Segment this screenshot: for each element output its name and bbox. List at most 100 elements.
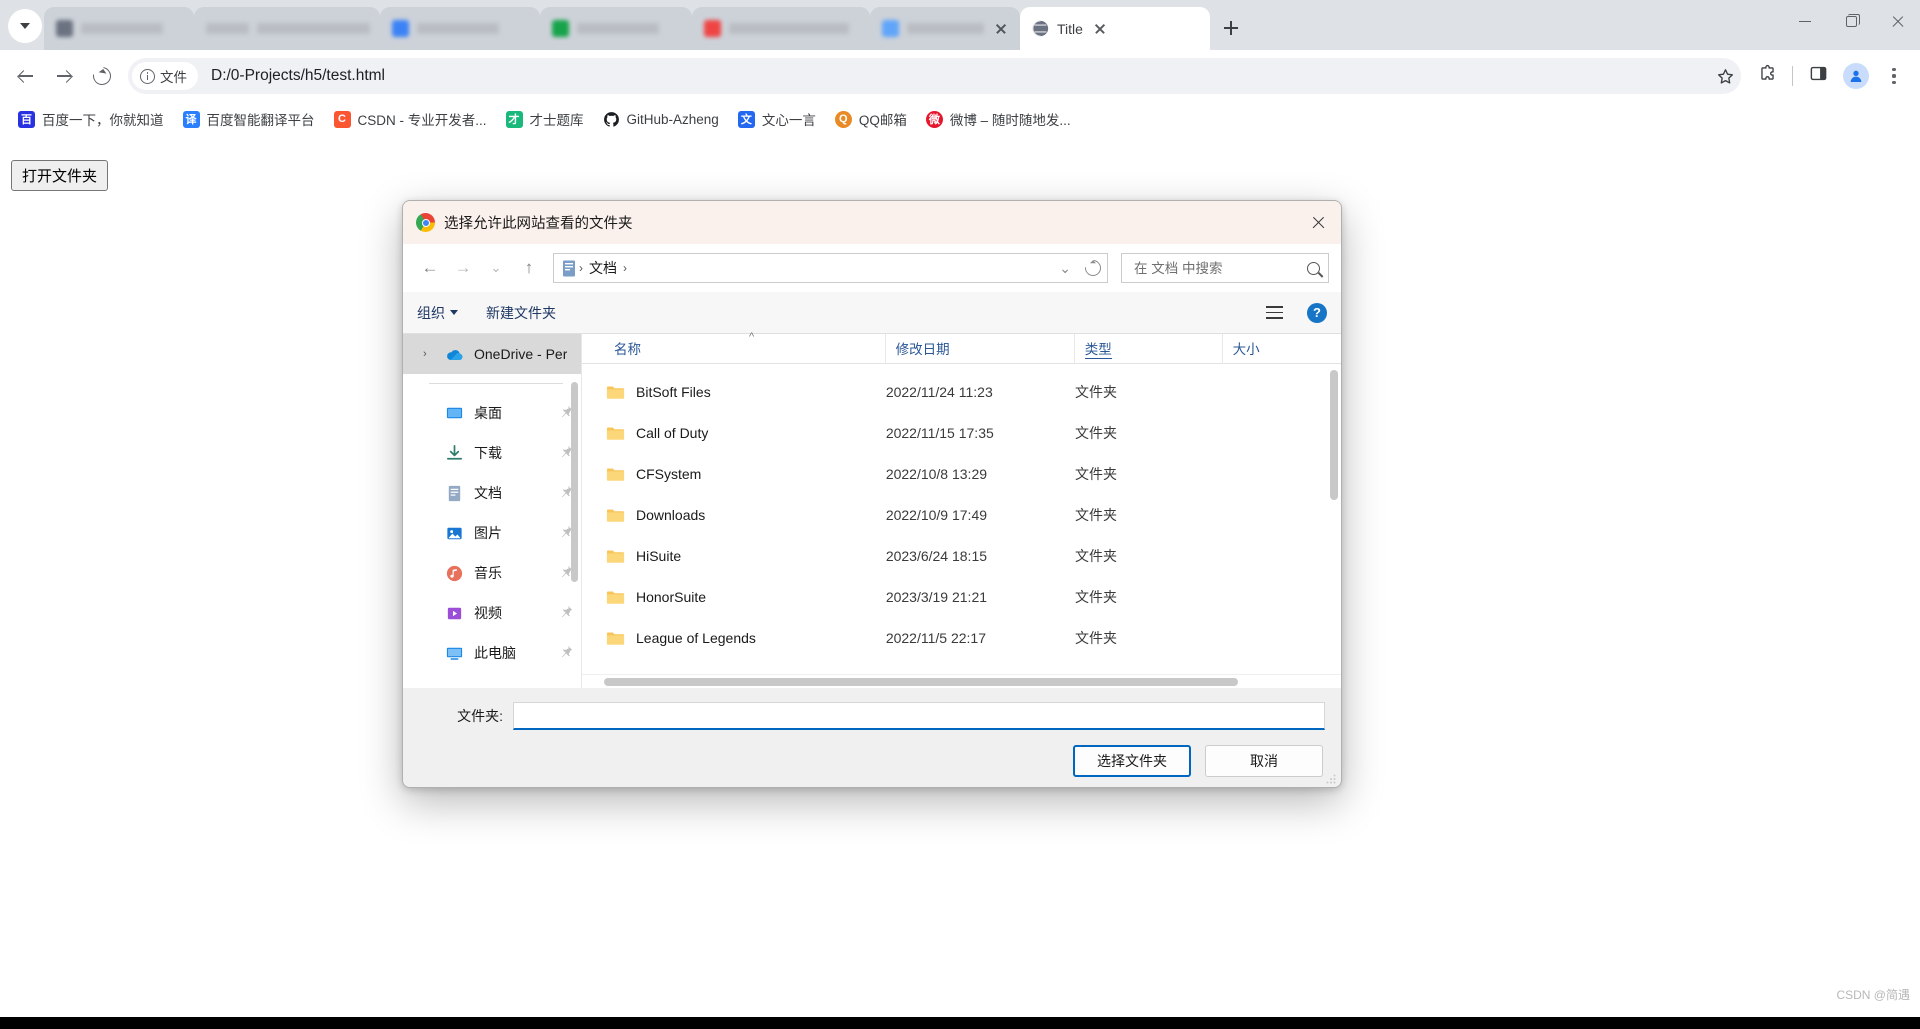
resize-grip-icon[interactable] xyxy=(1325,772,1337,784)
dialog-forward-button[interactable]: → xyxy=(448,253,478,283)
back-arrow-icon: ← xyxy=(422,258,439,278)
breadcrumb-documents[interactable]: 文档 xyxy=(589,258,617,278)
omnibox[interactable]: 文件 D:/0-Projects/h5/test.html xyxy=(128,58,1741,94)
column-header-size[interactable]: 大小 xyxy=(1223,334,1341,364)
open-folder-button[interactable]: 打开文件夹 xyxy=(11,160,108,191)
pin-icon[interactable] xyxy=(560,605,573,621)
maximize-button[interactable] xyxy=(1828,0,1874,43)
sidebar-item-label: 音乐 xyxy=(474,563,502,583)
csdn-icon: C xyxy=(334,111,351,128)
bookmark-wenxin[interactable]: 文 文心一言 xyxy=(730,105,824,133)
sidebar-item-desktop[interactable]: 桌面 xyxy=(403,393,581,433)
tab-search-button[interactable] xyxy=(8,9,42,43)
sort-ascending-icon: ^ xyxy=(749,331,754,343)
chevron-down-icon[interactable]: ⌄ xyxy=(1059,260,1071,277)
column-header-name[interactable]: 名称 xyxy=(582,334,886,364)
sidebar-item-label: 图片 xyxy=(474,523,502,543)
bookmark-qqmail[interactable]: Q QQ邮箱 xyxy=(827,105,915,133)
address-bar[interactable]: › 文档 › ⌄ xyxy=(553,253,1108,283)
refresh-icon[interactable] xyxy=(1082,257,1105,280)
watermark: CSDN @简遇 xyxy=(1836,986,1910,1003)
horizontal-scrollbar-thumb[interactable] xyxy=(604,678,1238,686)
maximize-icon xyxy=(1846,16,1857,27)
table-row[interactable]: HiSuite 2023/6/24 18:15 文件夹 xyxy=(582,535,1341,576)
help-icon[interactable]: ? xyxy=(1307,303,1327,323)
file-name: BitSoft Files xyxy=(636,384,711,400)
minimize-button[interactable] xyxy=(1782,0,1828,43)
bookmark-csdn[interactable]: C CSDN - 专业开发者... xyxy=(326,105,495,133)
table-row[interactable]: HonorSuite 2023/3/19 21:21 文件夹 xyxy=(582,576,1341,617)
tab-4[interactable] xyxy=(540,7,692,50)
file-list-pane: 名称 修改日期 类型 大小 ^ BitSoft Files 2022/11/24… xyxy=(581,334,1341,688)
tab-favicon xyxy=(56,20,73,37)
view-options-icon[interactable] xyxy=(1266,306,1283,319)
bookmark-weibo[interactable]: 微 微博 – 随时随地发... xyxy=(918,105,1079,133)
bookmark-caishi[interactable]: 才 才士题库 xyxy=(498,105,592,133)
url-scheme-chip[interactable]: 文件 xyxy=(132,62,198,90)
organize-menu[interactable]: 组织 xyxy=(417,303,458,323)
forward-arrow-icon: → xyxy=(455,258,472,278)
close-icon[interactable] xyxy=(1091,20,1109,38)
file-date: 2023/6/24 18:15 xyxy=(886,548,1075,564)
new-folder-button[interactable]: 新建文件夹 xyxy=(486,303,556,323)
close-window-button[interactable] xyxy=(1874,0,1920,43)
back-button[interactable] xyxy=(8,58,44,94)
table-row[interactable]: BitSoft Files 2022/11/24 11:23 文件夹 xyxy=(582,371,1341,412)
dialog-up-button[interactable]: ↑ xyxy=(514,253,544,283)
file-type: 文件夹 xyxy=(1075,505,1223,525)
sidebar-scrollbar[interactable] xyxy=(571,382,578,582)
sidebar-item-music[interactable]: 音乐 xyxy=(403,553,581,593)
search-input[interactable] xyxy=(1132,260,1307,277)
tab-2[interactable] xyxy=(194,7,380,50)
search-box[interactable] xyxy=(1121,253,1329,283)
cancel-button[interactable]: 取消 xyxy=(1205,745,1323,777)
folder-input[interactable] xyxy=(513,702,1325,730)
sidebar-item-downloads[interactable]: 下载 xyxy=(403,433,581,473)
tab-favicon xyxy=(882,20,899,37)
column-label: 类型 xyxy=(1085,338,1112,359)
reload-button[interactable] xyxy=(84,58,120,94)
bookmark-translate[interactable]: 译 百度智能翻译平台 xyxy=(175,105,323,133)
tab-3[interactable] xyxy=(380,7,540,50)
tab-6[interactable] xyxy=(870,7,1020,50)
table-row[interactable]: Call of Duty 2022/11/15 17:35 文件夹 xyxy=(582,412,1341,453)
sidebar-item-pictures[interactable]: 图片 xyxy=(403,513,581,553)
sidebar-item-label: 下载 xyxy=(474,443,502,463)
this-pc-icon xyxy=(445,644,464,663)
profile-button[interactable] xyxy=(1838,58,1874,94)
chevron-right-icon[interactable]: › xyxy=(423,348,435,360)
sidebar-item-this-pc[interactable]: 此电脑 xyxy=(403,633,581,673)
sidebar-item-videos[interactable]: 视频 xyxy=(403,593,581,633)
tab-5[interactable] xyxy=(692,7,870,50)
dialog-back-button[interactable]: ← xyxy=(415,253,445,283)
tab-favicon xyxy=(552,20,569,37)
vertical-scrollbar-thumb[interactable] xyxy=(1330,370,1338,500)
column-header-date[interactable]: 修改日期 xyxy=(886,334,1075,364)
extensions-button[interactable] xyxy=(1749,58,1785,94)
bookmark-baidu[interactable]: 百 百度一下，你就知道 xyxy=(10,105,172,133)
sidebar-item-onedrive[interactable]: › OneDrive - Per xyxy=(403,334,581,374)
select-folder-button[interactable]: 选择文件夹 xyxy=(1073,745,1191,777)
forward-button[interactable] xyxy=(46,58,82,94)
documents-folder-icon xyxy=(562,260,577,277)
table-row[interactable]: Downloads 2022/10/9 17:49 文件夹 xyxy=(582,494,1341,535)
close-icon xyxy=(1311,216,1325,230)
side-panel-button[interactable] xyxy=(1800,58,1836,94)
tab-active-title[interactable]: Title xyxy=(1020,7,1210,50)
sidebar-item-documents[interactable]: 文档 xyxy=(403,473,581,513)
dialog-recent-button[interactable]: ⌄ xyxy=(481,253,511,283)
tab-1[interactable] xyxy=(44,7,194,50)
pin-icon[interactable] xyxy=(560,645,573,661)
column-header-type[interactable]: 类型 xyxy=(1075,334,1223,364)
documents-icon xyxy=(445,484,464,503)
tab-title-redacted xyxy=(729,23,849,34)
bookmarks-bar: 百 百度一下，你就知道 译 百度智能翻译平台 C CSDN - 专业开发者...… xyxy=(0,102,1920,136)
new-tab-button[interactable] xyxy=(1216,13,1246,43)
table-row[interactable]: CFSystem 2022/10/8 13:29 文件夹 xyxy=(582,453,1341,494)
bookmark-star-button[interactable] xyxy=(1716,67,1735,86)
chrome-menu-button[interactable] xyxy=(1876,58,1912,94)
close-icon[interactable] xyxy=(992,20,1010,38)
bookmark-github[interactable]: GitHub-Azheng xyxy=(595,107,727,132)
table-row[interactable]: League of Legends 2022/11/5 22:17 文件夹 xyxy=(582,617,1341,658)
dialog-close-button[interactable] xyxy=(1295,201,1341,244)
